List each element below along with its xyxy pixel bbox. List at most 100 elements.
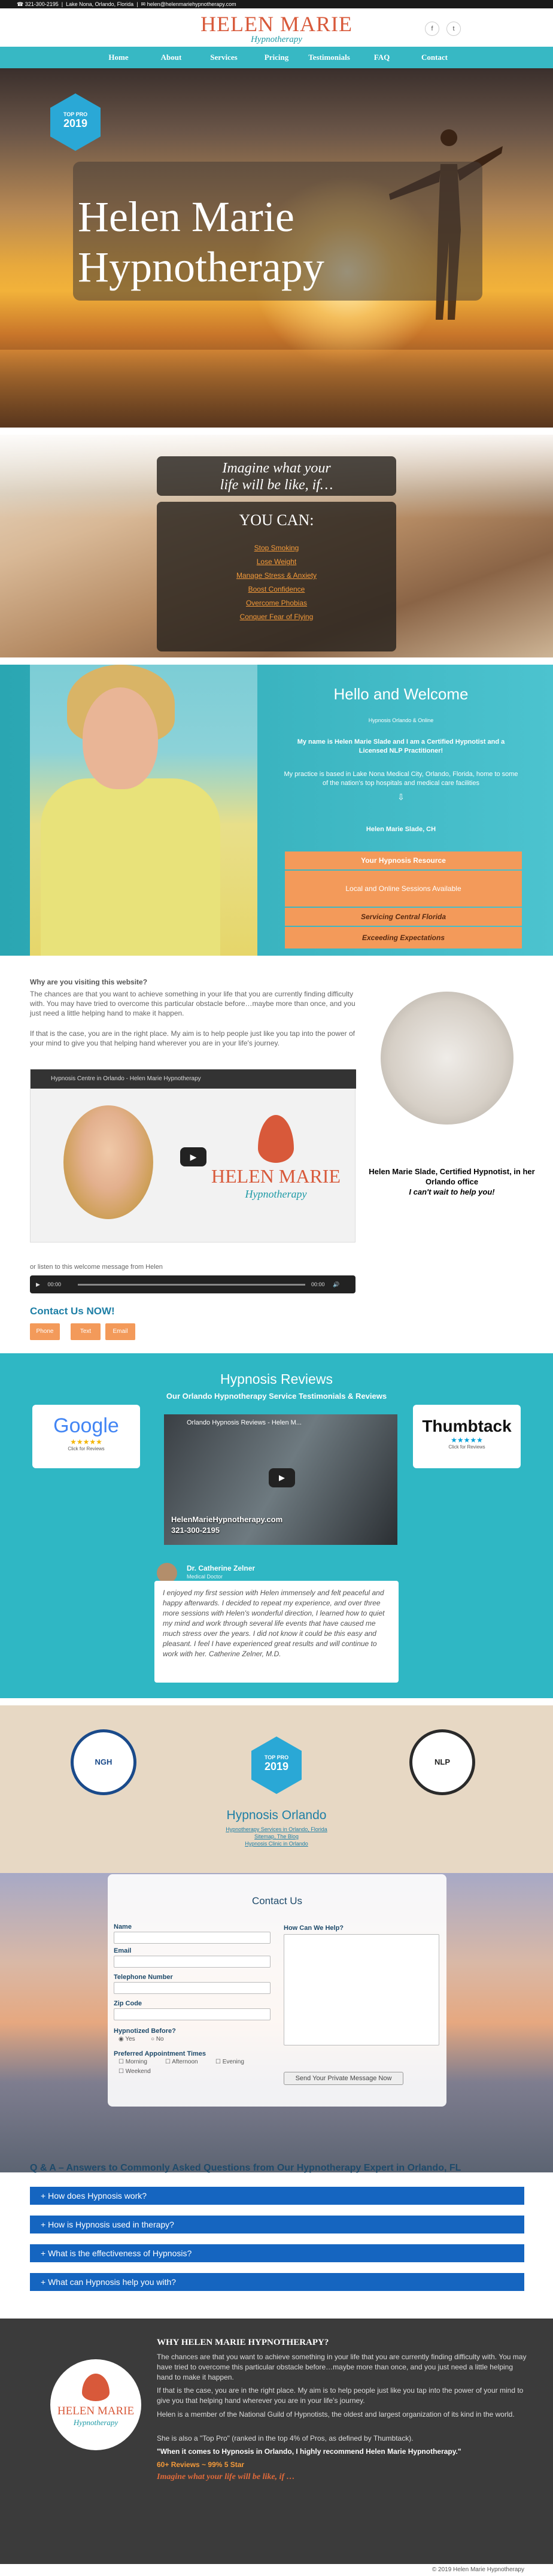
email-button[interactable]: Email [105, 1323, 135, 1340]
imagine-line2: life will be like, if… [220, 477, 333, 493]
faq-item-label: How is Hypnosis used in therapy? [48, 2220, 174, 2229]
welcome-practice: My practice is based in Lake Nona Medica… [284, 771, 518, 787]
testimonial-quote: I enjoyed my first session with Helen im… [154, 1581, 399, 1683]
logo-title[interactable]: HELEN MARIE [0, 12, 553, 36]
faq-item-label: What is the effectiveness of Hypnosis? [48, 2248, 192, 2258]
google-logo: Google [53, 1414, 119, 1437]
morning-label: Morning [125, 2059, 147, 2065]
nav-contact[interactable]: Contact [408, 47, 461, 68]
message-textarea[interactable] [284, 1934, 439, 2045]
service-link-flying[interactable]: Conquer Fear of Flying [157, 610, 396, 624]
email-label: Email [114, 1947, 132, 1954]
faq-item-therapy[interactable]: + How is Hypnosis used in therapy? [30, 2216, 524, 2233]
twitter-icon[interactable]: t [446, 22, 461, 36]
expectations-bar: Exceeding Expectations [285, 927, 522, 948]
volume-icon[interactable]: 🔊 [333, 1275, 339, 1293]
footer-paragraph-2: If that is the case, you are in the righ… [157, 2386, 524, 2405]
video-title[interactable]: Hypnosis Centre in Orlando - Helen Marie… [31, 1069, 356, 1089]
radio-no-label: No [156, 2036, 164, 2042]
topbar-phone[interactable]: 321-300-2195 [25, 1, 59, 7]
reviews-video-player[interactable]: Orlando Hypnosis Reviews - Helen M... ▶ … [164, 1414, 397, 1545]
name-label: Name [114, 1923, 132, 1931]
text-button[interactable]: Text [71, 1323, 101, 1340]
faq-item-label: How does Hypnosis work? [48, 2191, 147, 2201]
faq-item-help[interactable]: + What can Hypnosis help you with? [30, 2273, 524, 2291]
video-site-text: HelenMarieHypnotherapy.com [171, 1515, 283, 1524]
logo-subtitle[interactable]: Hypnotherapy [0, 35, 553, 45]
welcome-intro: My name is Helen Marie Slade and I am a … [297, 738, 505, 754]
you-can-heading: YOU CAN: [239, 511, 314, 529]
service-link-phobias[interactable]: Overcome Phobias [157, 596, 396, 610]
checkbox-evening[interactable]: ☐ Evening [215, 2059, 244, 2065]
faq-heading: Q & A – Answers to Commonly Asked Questi… [30, 2163, 461, 2173]
orlando-link-sitemap[interactable]: Sitemap, The Blog [0, 1833, 553, 1839]
nav-faq[interactable]: FAQ [356, 47, 408, 68]
office-caption-line1: Helen Marie Slade, Certified Hypnotist, … [369, 1167, 535, 1186]
nav-home[interactable]: Home [92, 47, 145, 68]
service-link-stress[interactable]: Manage Stress & Anxiety [157, 569, 396, 583]
send-message-button[interactable]: Send Your Private Message Now [284, 2072, 403, 2085]
imagine-line1: Imagine what your [222, 460, 331, 476]
footer-paragraph-3: Helen is a member of the National Guild … [157, 2410, 515, 2419]
footer-imagine: Imagine what your life will be like, if … [157, 2472, 295, 2481]
servicing-bar: Servicing Central Florida [285, 908, 522, 926]
facebook-icon[interactable]: f [425, 22, 439, 36]
imagine-panel: Imagine what your life will be like, if… [157, 456, 396, 496]
audio-seek-bar[interactable] [78, 1284, 305, 1286]
audio-player[interactable]: ▶ 00:00 00:00 🔊 [30, 1275, 356, 1293]
radio-yes[interactable]: ◉ Yes [118, 2036, 135, 2042]
service-link-confidence[interactable]: Boost Confidence [157, 583, 396, 596]
radio-no[interactable]: ○ No [151, 2036, 164, 2042]
hero-banner: TOP PRO 2019 Helen Marie Hypnotherapy [0, 68, 553, 428]
orlando-link-services[interactable]: Hypnotherapy Services in Orlando, Florid… [0, 1826, 553, 1832]
nav-testimonials[interactable]: Testimonials [303, 47, 356, 68]
email-field[interactable] [114, 1956, 271, 1968]
contact-now-heading: Contact Us NOW! [30, 1305, 115, 1317]
nav-about[interactable]: About [145, 47, 198, 68]
play-button-icon[interactable]: ▶ [180, 1147, 206, 1166]
orlando-link-clinic[interactable]: Hypnosis Clinic in Orlando [0, 1841, 553, 1847]
welcome-subheading: Hypnosis Orlando & Online [368, 717, 434, 723]
thumbtack-stars: ★★★★★ [451, 1436, 483, 1444]
office-caption: Helen Marie Slade, Certified Hypnotist, … [365, 1166, 539, 1197]
service-link-smoking[interactable]: Stop Smoking [157, 541, 396, 555]
checkbox-afternoon[interactable]: ☐ Afternoon [165, 2059, 198, 2065]
google-stars: ★★★★★ [70, 1438, 102, 1446]
thumbtack-reviews-link[interactable]: Thumbtack ★★★★★ Click for Reviews [413, 1405, 521, 1468]
video-logo-subtitle: Hypnotherapy [245, 1188, 307, 1200]
zip-field[interactable] [114, 2008, 271, 2020]
appointment-label: Preferred Appointment Times [114, 2050, 206, 2057]
why-paragraph-2: If that is the case, you are in the righ… [30, 1029, 355, 1047]
thumbtack-click-text: Click for Reviews [448, 1444, 485, 1450]
google-reviews-link[interactable]: Google ★★★★★ Click for Reviews [32, 1405, 140, 1468]
why-paragraph-1: The chances are that you want to achieve… [30, 990, 356, 1017]
hypnotized-label: Hypnotized Before? [114, 2028, 176, 2035]
topbar-email[interactable]: helen@helenmariehypnotherapy.com [147, 1, 236, 7]
checkbox-weekend[interactable]: ☐ Weekend [118, 2068, 151, 2075]
listen-message: or listen to this welcome message from H… [30, 1263, 163, 1271]
name-field[interactable] [114, 1932, 271, 1944]
phone-field[interactable] [114, 1982, 271, 1994]
badge-label: TOP PRO [63, 111, 88, 117]
email-icon: ✉ [141, 1, 147, 7]
portrait-face [83, 687, 158, 789]
nav-services[interactable]: Services [198, 47, 250, 68]
site-header: HELEN MARIE Hypnotherapy f t [0, 8, 553, 47]
welcome-signature: Helen Marie Slade, CH [366, 826, 436, 833]
top-pro-badge: TOP PRO 2019 [50, 93, 101, 151]
portrait-dress [41, 778, 220, 956]
service-link-weight[interactable]: Lose Weight [157, 555, 396, 569]
ocean-horizon [0, 350, 553, 428]
reviews-video-title[interactable]: Orlando Hypnosis Reviews - Helen M... [187, 1419, 302, 1426]
phone-button[interactable]: Phone [30, 1323, 60, 1340]
checkbox-morning[interactable]: ☐ Morning [118, 2059, 147, 2065]
faq-item-effectiveness[interactable]: + What is the effectiveness of Hypnosis? [30, 2244, 524, 2262]
nav-pricing[interactable]: Pricing [250, 47, 303, 68]
footer-logo-title: HELEN MARIE [57, 2405, 135, 2417]
reviews-play-button-icon[interactable]: ▶ [269, 1468, 295, 1487]
audio-duration: 00:00 [311, 1281, 325, 1287]
faq-item-how-works[interactable]: + How does Hypnosis work? [30, 2187, 524, 2205]
audio-play-icon[interactable]: ▶ [36, 1281, 40, 1287]
welcome-video-player[interactable]: Hypnosis Centre in Orlando - Helen Marie… [30, 1069, 356, 1242]
reviews-heading: Hypnosis Reviews [220, 1371, 333, 1387]
